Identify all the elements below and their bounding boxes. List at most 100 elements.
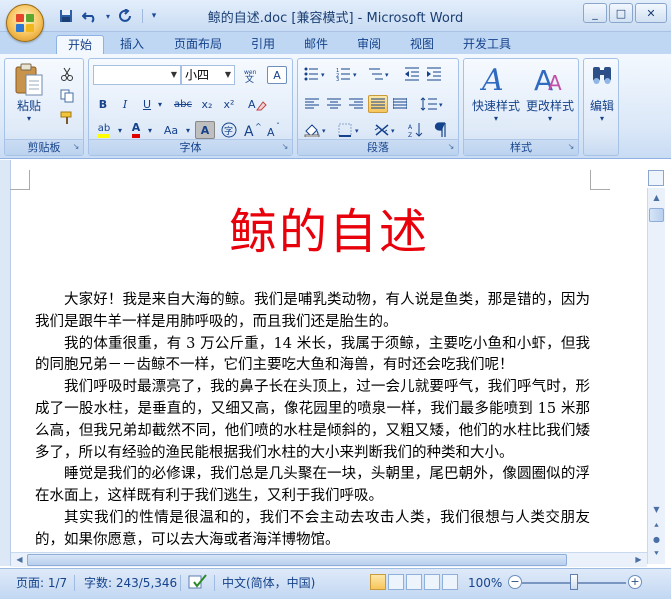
- shading-icon[interactable]: ▾: [302, 121, 332, 139]
- tab-mailings[interactable]: 邮件: [296, 35, 336, 54]
- next-page-icon[interactable]: ⯆: [649, 546, 664, 561]
- character-shading-icon[interactable]: A: [195, 121, 215, 139]
- underline-button[interactable]: U: [137, 95, 157, 113]
- zoom-level[interactable]: 100%: [468, 573, 502, 593]
- svg-text:A: A: [548, 71, 562, 95]
- browse-object-icon[interactable]: ●: [649, 532, 664, 547]
- styles-launcher-icon[interactable]: ↘: [566, 142, 576, 152]
- close-button[interactable]: ✕: [635, 3, 667, 23]
- minimize-button[interactable]: _: [583, 3, 607, 23]
- tab-developer[interactable]: 开发工具: [455, 35, 519, 54]
- format-painter-icon[interactable]: [57, 109, 77, 127]
- justify-icon[interactable]: [368, 95, 388, 113]
- text-highlight-button[interactable]: ab: [93, 121, 115, 139]
- zoom-slider-thumb[interactable]: [570, 574, 578, 590]
- page-count[interactable]: 页面: 1/7: [16, 573, 67, 593]
- bullets-icon[interactable]: ▾: [302, 65, 332, 83]
- shrink-font-icon[interactable]: Aˇ: [265, 121, 285, 139]
- enclose-characters-icon[interactable]: 字: [219, 121, 239, 139]
- superscript-button[interactable]: x²: [219, 95, 239, 113]
- font-size-combo[interactable]: 小四 ▼: [181, 65, 235, 85]
- line-spacing-icon[interactable]: ▾: [418, 95, 448, 113]
- font-color-dropdown-icon[interactable]: ▾: [145, 121, 155, 139]
- phonetic-guide-icon[interactable]: wen 文: [241, 66, 263, 84]
- clear-formatting-icon[interactable]: A: [245, 95, 269, 113]
- chevron-down-icon: ▼: [170, 70, 178, 79]
- paste-dropdown-icon: ▾: [26, 114, 31, 123]
- grow-font-icon[interactable]: A ^: [243, 121, 263, 139]
- cut-icon[interactable]: [57, 65, 77, 83]
- tab-references[interactable]: 引用: [243, 35, 283, 54]
- tab-review[interactable]: 审阅: [349, 35, 389, 54]
- scroll-right-icon[interactable]: ▶: [631, 553, 646, 567]
- web-layout-view-icon[interactable]: [406, 574, 422, 590]
- editing-button[interactable]: 编辑 ▾: [586, 63, 618, 123]
- tab-page-layout[interactable]: 页面布局: [166, 35, 230, 54]
- decrease-indent-icon[interactable]: [402, 65, 422, 83]
- previous-page-icon[interactable]: ⯅: [649, 518, 664, 533]
- italic-button[interactable]: I: [115, 95, 135, 113]
- office-logo-icon: [16, 14, 34, 32]
- scroll-down-icon[interactable]: ▼: [649, 502, 664, 517]
- tab-insert[interactable]: 插入: [112, 35, 152, 54]
- proofing-icon[interactable]: [188, 573, 208, 593]
- status-separator: [214, 575, 215, 591]
- paragraph-launcher-icon[interactable]: ↘: [446, 142, 456, 152]
- quick-styles-button[interactable]: A 快速样式 ▾: [468, 63, 524, 123]
- chinese-layout-icon[interactable]: ▾: [372, 121, 402, 139]
- character-border-icon[interactable]: A: [267, 66, 287, 84]
- increase-indent-icon[interactable]: [424, 65, 444, 83]
- scroll-left-icon[interactable]: ◀: [12, 553, 27, 567]
- scroll-up-icon[interactable]: ▲: [649, 190, 664, 205]
- horizontal-scroll-thumb[interactable]: [27, 554, 567, 566]
- highlight-dropdown-icon[interactable]: ▾: [115, 121, 125, 139]
- align-center-icon[interactable]: [324, 95, 344, 113]
- paste-button[interactable]: 粘贴 ▾: [11, 63, 47, 123]
- draft-view-icon[interactable]: [442, 574, 458, 590]
- font-name-combo[interactable]: ▼: [93, 65, 181, 85]
- numbering-icon[interactable]: 1 2 3 ▾: [334, 65, 364, 83]
- change-case-dropdown-icon[interactable]: ▾: [183, 121, 193, 139]
- document-heading: 鲸的自述: [228, 204, 429, 260]
- vertical-scrollbar[interactable]: ▲ ▼ ⯅ ● ⯆: [647, 188, 665, 564]
- quick-styles-label: 快速样式: [471, 99, 520, 113]
- change-case-button[interactable]: Aa: [159, 121, 183, 139]
- full-screen-reading-view-icon[interactable]: [388, 574, 404, 590]
- change-styles-button[interactable]: AA 更改样式 ▾: [522, 63, 578, 123]
- borders-icon[interactable]: ▾: [336, 121, 366, 139]
- underline-dropdown-icon[interactable]: ▾: [155, 95, 165, 113]
- document-body[interactable]: 大家好！我是来自大海的鲸。我们是哺乳类动物，有人说是鱼类，那是错的，因为我们是跟…: [35, 290, 590, 552]
- outline-view-icon[interactable]: [424, 574, 440, 590]
- clipboard-launcher-icon[interactable]: ↘: [71, 142, 81, 152]
- sort-icon[interactable]: AZ: [406, 121, 426, 139]
- font-color-button[interactable]: A: [127, 121, 145, 139]
- svg-text:A: A: [408, 124, 413, 131]
- zoom-in-icon[interactable]: +: [628, 575, 642, 589]
- strikethrough-button[interactable]: abc: [171, 95, 195, 113]
- svg-text:▾: ▾: [385, 71, 389, 79]
- bold-button[interactable]: B: [93, 95, 113, 113]
- maximize-button[interactable]: □: [609, 3, 633, 23]
- zoom-out-icon[interactable]: −: [508, 575, 522, 589]
- language-indicator[interactable]: 中文(简体，中国): [222, 573, 315, 593]
- tab-view[interactable]: 视图: [402, 35, 442, 54]
- distributed-icon[interactable]: [390, 95, 410, 113]
- font-launcher-icon[interactable]: ↘: [280, 142, 290, 152]
- tab-home[interactable]: 开始: [56, 35, 104, 54]
- paragraph-group-label: 段落 ↘: [298, 139, 458, 155]
- office-button[interactable]: [6, 4, 44, 42]
- vertical-scroll-thumb[interactable]: [649, 208, 664, 222]
- show-formatting-marks-icon[interactable]: [430, 121, 450, 139]
- svg-text:A: A: [480, 63, 504, 95]
- print-layout-view-icon[interactable]: [370, 574, 386, 590]
- align-right-icon[interactable]: [346, 95, 366, 113]
- multilevel-list-icon[interactable]: ▾: [366, 65, 396, 83]
- word-count[interactable]: 字数: 243/5,346: [84, 573, 177, 593]
- horizontal-scrollbar[interactable]: ◀ ▶: [11, 552, 647, 567]
- subscript-button[interactable]: x₂: [197, 95, 217, 113]
- align-left-icon[interactable]: [302, 95, 322, 113]
- copy-icon[interactable]: [57, 87, 77, 105]
- view-ruler-icon[interactable]: [648, 170, 664, 186]
- svg-text:▾: ▾: [321, 71, 325, 79]
- svg-text:字: 字: [224, 125, 233, 137]
